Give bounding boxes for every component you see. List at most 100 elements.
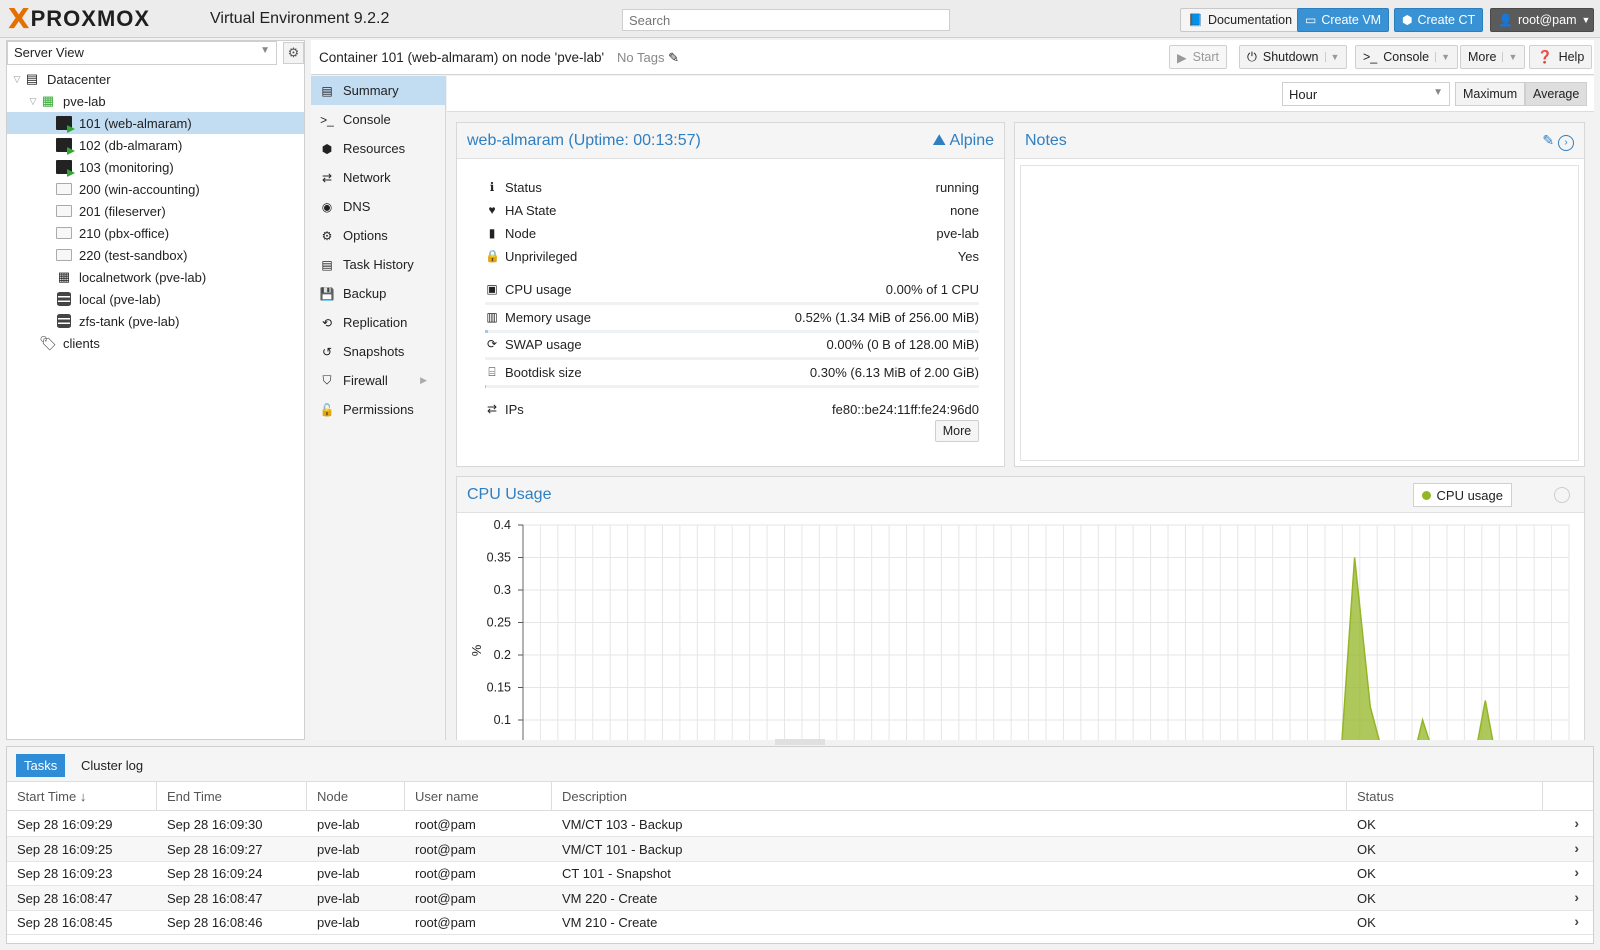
table-cell: root@pam <box>415 915 476 930</box>
create-ct-button[interactable]: ⬢ Create CT <box>1394 8 1484 32</box>
chevron-right-icon[interactable]: › <box>1574 815 1579 831</box>
pencil-icon[interactable]: ✎ <box>668 50 679 65</box>
tree-item-pool-clients[interactable]: 🏷 clients <box>7 332 304 354</box>
tree-item-label: zfs-tank (pve-lab) <box>79 313 180 329</box>
timeframe-selector[interactable]: Hour ▼ <box>1282 82 1450 106</box>
tree-item-vm-200[interactable]: 200 (win-accounting) <box>7 178 304 200</box>
column-label: User name <box>415 789 479 804</box>
panel-splitter-handle[interactable] <box>775 739 825 745</box>
chevron-right-icon[interactable]: › <box>1574 864 1579 880</box>
reset-zoom-icon[interactable] <box>1554 487 1570 503</box>
nav-label: DNS <box>343 199 371 214</box>
gear-icon[interactable]: ⚙ <box>283 42 304 64</box>
chevron-down-icon[interactable]: ▼ <box>1435 52 1450 62</box>
edit-icon[interactable]: ✎ <box>1542 132 1554 148</box>
nav-item-resources[interactable]: ⬢ Resources <box>311 134 445 163</box>
nav-item-dns[interactable]: ◉ DNS <box>311 192 445 221</box>
cpu-usage-row: ▣ CPU usage 0.00% of 1 CPU <box>485 279 979 299</box>
nav-item-network[interactable]: ⇄ Network <box>311 163 445 192</box>
nav-label: Console <box>343 112 391 127</box>
os-name: Alpine <box>949 132 994 149</box>
table-cell: Sep 28 16:09:29 <box>17 817 113 832</box>
table-cell: Sep 28 16:09:24 <box>167 866 263 881</box>
nav-item-firewall[interactable]: ⛉ Firewall ▶ <box>311 366 445 395</box>
chevron-down-icon[interactable]: ▼ <box>1502 52 1517 62</box>
tree-item-storage-local[interactable]: local (pve-lab) <box>7 288 304 310</box>
notes-content[interactable] <box>1020 165 1579 461</box>
maximum-button[interactable]: Maximum <box>1455 82 1526 106</box>
nav-item-summary[interactable]: ▤ Summary <box>311 76 445 105</box>
tags-editor[interactable]: No Tags ✎ <box>617 50 679 66</box>
table-row[interactable]: Sep 28 16:08:47 Sep 28 16:08:47 pve-lab roo… <box>7 885 1593 911</box>
nav-item-replication[interactable]: ⟲ Replication <box>311 308 445 337</box>
collapse-icon[interactable]: ▽ <box>27 96 39 107</box>
console-button[interactable]: >_ Console ▼ <box>1355 45 1459 69</box>
tree-item-ct-103[interactable]: 103 (monitoring) <box>7 156 304 178</box>
table-row[interactable]: Sep 28 16:09:25 Sep 28 16:09:27 pve-lab roo… <box>7 836 1593 862</box>
tree-item-ct-101[interactable]: 101 (web-almaram) <box>7 112 304 134</box>
nav-item-options[interactable]: ⚙ Options <box>311 221 445 250</box>
tab-tasks[interactable]: Tasks <box>16 754 66 777</box>
tree-item-node[interactable]: ▽ ▦ pve-lab <box>7 90 304 112</box>
table-cell: pve-lab <box>317 817 360 832</box>
nav-item-backup[interactable]: 💾 Backup <box>311 279 445 308</box>
table-cell: root@pam <box>415 890 476 906</box>
view-selector[interactable]: Server View ▼ <box>7 41 277 65</box>
tab-cluster-log[interactable]: Cluster log <box>73 754 151 777</box>
average-button[interactable]: Average <box>1525 82 1588 106</box>
column-end-time[interactable]: End Time <box>157 782 307 811</box>
column-description[interactable]: Description <box>552 782 1347 811</box>
start-button[interactable]: ▶ Start <box>1169 45 1228 69</box>
tree-item-ct-102[interactable]: 102 (db-almaram) <box>7 134 304 156</box>
table-row[interactable]: Sep 28 16:08:45 Sep 28 16:08:46 pve-lab roo… <box>7 910 1593 935</box>
history-icon: ↺ <box>321 344 333 359</box>
table-cell: OK <box>1357 866 1376 881</box>
tree-item-datacenter[interactable]: ▽ ▤ Datacenter <box>7 68 304 90</box>
tree-item-label: 201 (fileserver) <box>79 203 166 219</box>
column-user-name[interactable]: User name <box>405 782 552 811</box>
chevron-right-icon[interactable]: › <box>1574 913 1579 929</box>
ips-more-button[interactable]: More <box>935 420 979 442</box>
cpu-usage-key: CPU usage <box>505 281 572 297</box>
tree-item-network[interactable]: ▦ localnetwork (pve-lab) <box>7 266 304 288</box>
nav-item-task-history[interactable]: ▤ Task History <box>311 250 445 279</box>
swap-usage-key: SWAP usage <box>505 336 582 352</box>
notes-panel-title: Notes <box>1025 132 1067 149</box>
collapse-circle-icon[interactable]: › <box>1558 135 1574 151</box>
legend-cpu-usage[interactable]: CPU usage <box>1412 483 1512 507</box>
nav-label: Permissions <box>343 402 414 417</box>
collapse-icon[interactable]: ▽ <box>11 74 23 85</box>
user-menu-button[interactable]: 👤 root@pam ▼ <box>1490 8 1594 32</box>
chevron-right-icon[interactable]: › <box>1574 889 1579 905</box>
column-start-time[interactable]: Start Time ↓ <box>7 782 157 811</box>
column-status[interactable]: Status <box>1347 782 1543 811</box>
tree-item-vm-201[interactable]: 201 (fileserver) <box>7 200 304 222</box>
chevron-right-icon[interactable]: › <box>1574 840 1579 856</box>
tree-item-storage-zfs[interactable]: zfs-tank (pve-lab) <box>7 310 304 332</box>
memory-usage-row: ▥ Memory usage 0.52% (1.34 MiB of 256.00 M… <box>485 307 979 327</box>
status-value: running <box>935 179 979 195</box>
search-input[interactable] <box>622 9 950 31</box>
nav-item-snapshots[interactable]: ↺ Snapshots <box>311 337 445 366</box>
proxmox-logo[interactable]: X PROXMOX <box>8 4 150 34</box>
table-cell: Sep 28 16:09:23 <box>17 866 113 881</box>
tree-item-vm-220[interactable]: 220 (test-sandbox) <box>7 244 304 266</box>
nav-item-permissions[interactable]: 🔓 Permissions <box>311 395 445 424</box>
building-icon: ▮ <box>488 226 496 240</box>
shutdown-button[interactable]: ⏻ Shutdown ▼ <box>1239 45 1348 69</box>
chevron-down-icon[interactable]: ▼ <box>1324 52 1339 62</box>
tree-item-vm-210[interactable]: 210 (pbx-office) <box>7 222 304 244</box>
create-vm-button[interactable]: ▭ Create VM <box>1297 8 1390 32</box>
documentation-button[interactable]: 📘 Documentation <box>1180 8 1301 32</box>
table-cell: Sep 28 16:08:47 <box>17 890 113 906</box>
table-row[interactable]: Sep 28 16:09:29 Sep 28 16:09:30 pve-lab roo… <box>7 812 1593 837</box>
nav-item-console[interactable]: >_ Console <box>311 105 445 134</box>
column-node[interactable]: Node <box>307 782 405 811</box>
storage-icon <box>55 313 73 329</box>
more-button[interactable]: More ▼ <box>1460 45 1526 69</box>
network-grid-icon: ▦ <box>57 269 71 284</box>
timeframe-value: Hour <box>1289 87 1318 102</box>
summary-area: web-almaram (Uptime: 00:13:57) ⛰ Alpine … <box>447 112 1594 740</box>
table-row[interactable]: Sep 28 16:09:23 Sep 28 16:09:24 pve-lab roo… <box>7 861 1593 886</box>
help-button[interactable]: ❓ Help <box>1529 45 1593 69</box>
